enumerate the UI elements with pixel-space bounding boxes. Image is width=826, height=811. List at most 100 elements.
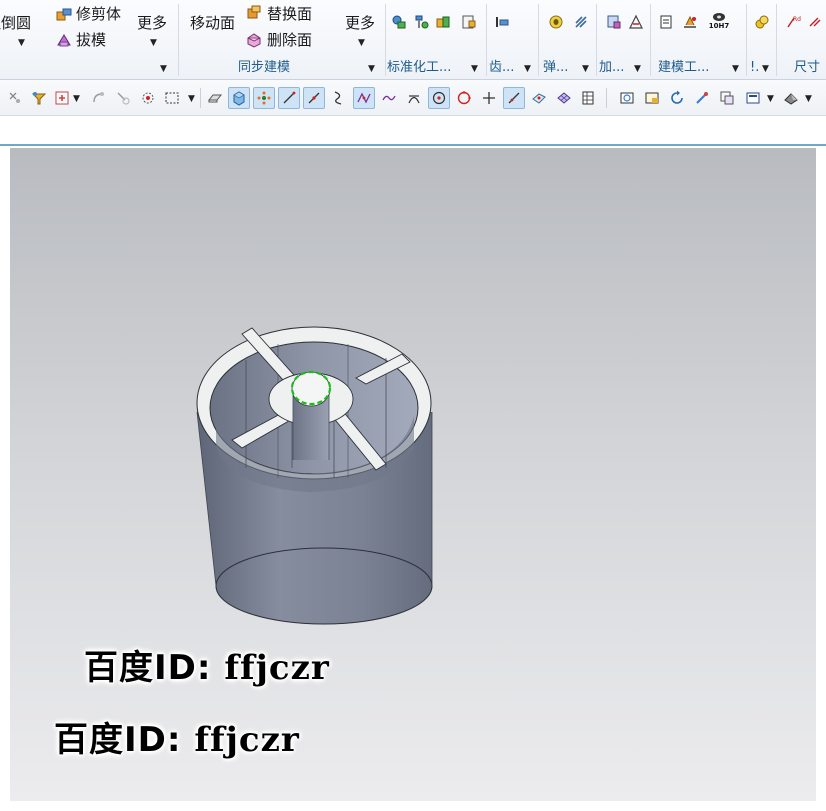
tolerance-icon[interactable]: 10H7	[708, 12, 730, 34]
watermark-line-2: 百度ID: ffjczr	[54, 712, 300, 761]
bolt-icon[interactable]	[413, 14, 429, 30]
add-point-dropdown-icon[interactable]: ▼	[73, 94, 80, 104]
toolbar-divider	[606, 88, 607, 108]
sync-more-button[interactable]: 更多	[345, 14, 375, 32]
standardization-group: 标准化工... ▼	[385, 0, 486, 79]
feature-more-button[interactable]: 更多	[137, 14, 167, 32]
solid-body-icon[interactable]	[228, 87, 250, 109]
gear-expand-icon[interactable]: ▼	[524, 64, 531, 74]
gear-group-label: 齿...	[489, 60, 515, 75]
select-circle-icon[interactable]	[137, 87, 159, 109]
render-style-dropdown-icon[interactable]: ▼	[805, 94, 812, 104]
layer-icon[interactable]	[716, 87, 738, 109]
filter-icon[interactable]	[28, 87, 50, 109]
feature-more-dropdown-icon[interactable]: ▼	[150, 38, 157, 48]
sync-modeling-group-label: 同步建模	[238, 60, 291, 75]
modeling-tools-group: 10H7 建模工... ▼	[650, 0, 746, 79]
draft-icon	[57, 34, 71, 47]
fillet-button[interactable]: 边倒圆	[0, 14, 31, 32]
display-mode-dropdown-icon[interactable]: ▼	[767, 94, 774, 104]
cross-point-icon[interactable]	[478, 87, 500, 109]
watermark-line-2-latin: ffjczr	[194, 720, 300, 760]
tangent-icon[interactable]	[403, 87, 425, 109]
move-face-button[interactable]: 移动面	[190, 14, 235, 32]
arc-snap-icon[interactable]	[88, 87, 110, 109]
add-group-label: 加...	[599, 60, 625, 75]
watermark-line-1: 百度ID: ffjczr	[84, 640, 330, 689]
delete-face-icon	[247, 33, 261, 48]
feature-group-expand-icon[interactable]: ▼	[160, 64, 167, 74]
rotate-icon[interactable]	[666, 87, 688, 109]
window-border-right	[816, 148, 826, 801]
nut-icon[interactable]	[435, 14, 451, 30]
view-frame-icon[interactable]	[641, 87, 663, 109]
draft-button[interactable]: 拔模	[76, 31, 106, 49]
document-icon[interactable]	[658, 14, 674, 30]
sync-group-expand-icon[interactable]: ▼	[368, 64, 375, 74]
add-point-icon[interactable]	[51, 87, 73, 109]
assembly-icon[interactable]	[754, 14, 770, 30]
fillet-dropdown-icon[interactable]: ▼	[18, 38, 25, 48]
grid-icon[interactable]	[577, 87, 599, 109]
on-curve-icon[interactable]	[503, 87, 525, 109]
selection-toolbar: ▼ ▼ ▼ ▼	[0, 80, 826, 116]
spring-delete-icon[interactable]	[573, 14, 589, 30]
center-point-icon[interactable]	[428, 87, 450, 109]
graphics-window[interactable]: 百度ID: ffjczr 百度ID: ffjczr	[10, 148, 816, 801]
add-feature-icon[interactable]	[628, 14, 644, 30]
trim-body-icon	[56, 8, 72, 21]
standardization-group-label: 标准化工...	[387, 60, 452, 75]
model-canvas[interactable]	[10, 148, 816, 801]
display-mode-icon[interactable]	[742, 87, 764, 109]
feature-group: 边倒圆 ▼ 修剪体 拔模 更多 ▼ ▼	[0, 0, 178, 79]
watermark-line-1-cjk: 百度ID:	[84, 648, 212, 688]
curve-snap-icon[interactable]	[112, 87, 134, 109]
dimension-icon-2[interactable]	[808, 14, 824, 30]
fastener-assistant-icon[interactable]	[461, 14, 477, 30]
trim-body-button[interactable]: 修剪体	[76, 5, 121, 23]
spring-group: 弹... ▼	[538, 0, 596, 79]
spring-expand-icon[interactable]: ▼	[582, 64, 589, 74]
dimension-icon[interactable]: Rd	[786, 14, 802, 30]
render-style-icon[interactable]	[780, 87, 802, 109]
select-rect-icon[interactable]	[161, 87, 183, 109]
standardization-expand-icon[interactable]: ▼	[471, 64, 478, 74]
pan-icon[interactable]	[691, 87, 713, 109]
quadrant-point-icon[interactable]	[453, 87, 475, 109]
tolerance-icon-label: 10H7	[708, 22, 730, 30]
measure-icon[interactable]	[682, 14, 698, 30]
svg-text:Rd: Rd	[793, 16, 801, 23]
add-part-icon[interactable]	[606, 14, 622, 30]
intersection-curve-icon[interactable]	[353, 87, 375, 109]
delete-face-button[interactable]: 删除面	[267, 31, 312, 49]
spring-icon[interactable]	[548, 14, 564, 30]
dimension-group-label: 尺寸	[794, 60, 821, 75]
spline-icon[interactable]	[328, 87, 350, 109]
sync-modeling-group: 移动面 替换面 删除面 更多 ▼ 同步建模 ▼	[178, 0, 385, 79]
select-snap-icon[interactable]	[4, 87, 26, 109]
dimension-group: Rd 尺寸	[776, 0, 826, 79]
vertex-snap-icon[interactable]	[253, 87, 275, 109]
window-border-left	[0, 148, 10, 801]
add-expand-icon[interactable]: ▼	[634, 64, 641, 74]
gear-group: 齿... ▼	[486, 0, 538, 79]
partial-expand-icon[interactable]: ▼	[762, 64, 769, 74]
modeling-tools-group-label: 建模工...	[658, 60, 710, 75]
sync-more-dropdown-icon[interactable]: ▼	[358, 38, 365, 48]
gear-modeling-icon[interactable]	[494, 14, 510, 30]
replace-face-button[interactable]: 替换面	[267, 5, 312, 23]
add-group: 加... ▼	[596, 0, 650, 79]
modeling-tools-expand-icon[interactable]: ▼	[732, 64, 739, 74]
face-point-icon[interactable]	[528, 87, 550, 109]
face-select-icon[interactable]	[204, 87, 226, 109]
standard-part-icon[interactable]	[391, 14, 407, 30]
line-icon[interactable]	[278, 87, 300, 109]
toolbar-divider	[200, 88, 201, 108]
view-fit-icon[interactable]	[616, 87, 638, 109]
wave-curve-icon[interactable]	[378, 87, 400, 109]
mesh-icon[interactable]	[553, 87, 575, 109]
partial-group-label: !.	[750, 60, 760, 75]
partial-group: !. ▼	[746, 0, 776, 79]
select-rect-dropdown-icon[interactable]: ▼	[188, 94, 195, 104]
edge-icon[interactable]	[303, 87, 325, 109]
